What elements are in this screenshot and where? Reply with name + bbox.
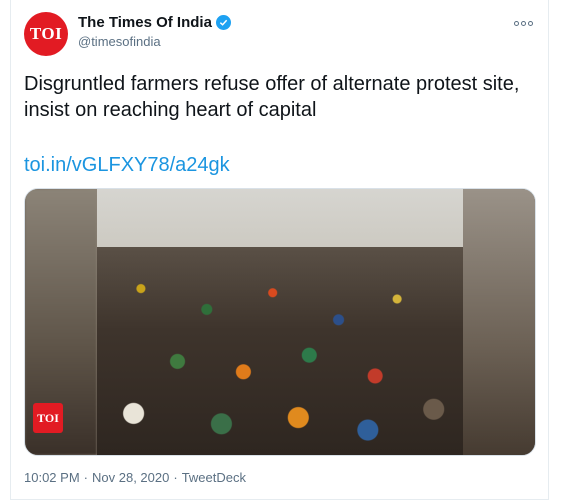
tweet-source[interactable]: TweetDeck <box>182 470 246 485</box>
user-handle[interactable]: @timesofindia <box>78 34 231 49</box>
tweet-text: Disgruntled farmers refuse offer of alte… <box>24 73 520 121</box>
tweet-header: The Times Of India @timesofindia <box>78 14 231 49</box>
dot <box>520 20 526 26</box>
avatar-text: TOI <box>29 24 63 43</box>
more-options-icon[interactable] <box>512 15 534 31</box>
verified-badge-icon <box>215 15 231 30</box>
tweet-card[interactable]: TOI The Times Of India @timesofindia Dis… <box>10 0 549 500</box>
tweet-meta: 10:02 PM · Nov 28, 2020 · TweetDeck <box>24 470 246 485</box>
dot <box>527 20 533 26</box>
checkmark-icon <box>219 19 228 26</box>
display-name[interactable]: The Times Of India <box>78 14 212 31</box>
tweet-date[interactable]: Nov 28, 2020 <box>92 470 169 485</box>
tweet-link[interactable]: toi.in/vGLFXY78/a24gk <box>24 154 230 177</box>
tweet-time[interactable]: 10:02 PM <box>24 470 80 485</box>
toi-logo-badge: TOI <box>33 403 63 433</box>
tweet-media-image[interactable]: TOI <box>24 188 536 456</box>
separator: · <box>83 470 88 485</box>
name-row: The Times Of India <box>78 14 231 31</box>
avatar[interactable]: TOI <box>24 12 68 56</box>
separator: · <box>173 470 178 485</box>
dot <box>513 20 519 26</box>
image-blur-right <box>463 189 535 455</box>
image-crowd <box>97 247 463 455</box>
